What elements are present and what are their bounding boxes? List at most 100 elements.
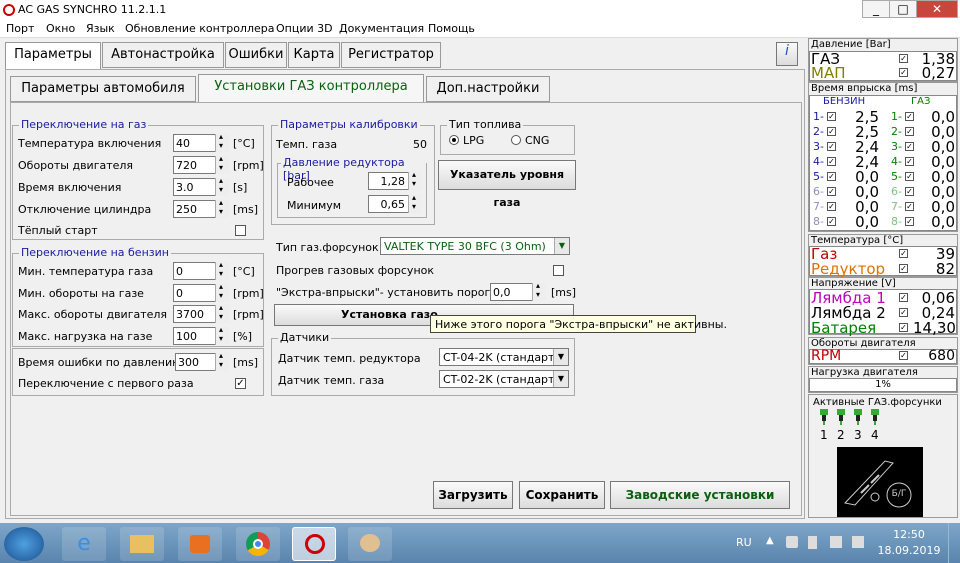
menu-help[interactable]: Помощь bbox=[428, 22, 475, 35]
spin-arrows-icon[interactable] bbox=[215, 351, 229, 371]
petrol-cyl-label: 2- bbox=[813, 125, 824, 138]
reducer-sensor-select[interactable]: CT-04-2K (стандарт ▼ bbox=[439, 348, 569, 366]
info-icon[interactable]: i bbox=[776, 42, 798, 66]
tab-autotune[interactable]: Автонастройка bbox=[102, 42, 224, 68]
injector-type-select[interactable]: VALTEK TYPE 30 BFC (3 Ohm) ▼ bbox=[380, 237, 570, 255]
max-rpm-input[interactable]: 3700 bbox=[173, 303, 229, 323]
language-indicator[interactable]: RU bbox=[736, 536, 752, 549]
switch-time-input[interactable]: 3.0 bbox=[173, 176, 229, 196]
spin-arrows-icon[interactable] bbox=[408, 170, 422, 190]
tab-map[interactable]: Карта bbox=[288, 42, 340, 68]
voltage-title: Напряжение [V] bbox=[811, 278, 896, 289]
menu-language[interactable]: Язык bbox=[86, 22, 115, 35]
spin-arrows-icon[interactable] bbox=[215, 325, 229, 345]
cylinder-off-input[interactable]: 250 bbox=[173, 198, 229, 218]
ie-icon[interactable]: e bbox=[62, 527, 106, 561]
work-pressure-input[interactable]: 1,28 bbox=[368, 170, 422, 190]
network-icon[interactable] bbox=[786, 536, 798, 548]
pressure-error-input[interactable]: 300 bbox=[175, 351, 229, 371]
chevron-down-icon[interactable]: ▼ bbox=[554, 238, 569, 254]
media-player-icon[interactable] bbox=[178, 527, 222, 561]
reducer-temp-checkbox[interactable]: ✓ bbox=[899, 264, 908, 273]
switch-gas-title: Переключение на газ bbox=[19, 118, 149, 131]
tab-recorder[interactable]: Регистратор bbox=[341, 42, 441, 68]
start-temp-input[interactable]: 40 bbox=[173, 132, 229, 152]
min-gas-temp-input[interactable]: 0 bbox=[173, 260, 229, 280]
start-temp-label: Температура включения bbox=[18, 137, 162, 150]
spin-arrows-icon[interactable] bbox=[408, 193, 422, 213]
spin-arrows-icon[interactable] bbox=[215, 176, 229, 196]
tab-errors[interactable]: Ошибки bbox=[225, 42, 287, 68]
subtab-gas-controller[interactable]: Установки ГАЗ контроллера bbox=[198, 74, 424, 104]
min-gas-temp-label: Мин. температура газа bbox=[18, 265, 154, 278]
menu-update[interactable]: Обновление контроллера bbox=[125, 22, 275, 35]
chevron-down-icon[interactable]: ▼ bbox=[553, 349, 568, 365]
preheat-checkbox[interactable] bbox=[553, 265, 564, 276]
menu-docs[interactable]: Документация bbox=[339, 22, 424, 35]
menu-port[interactable]: Порт bbox=[6, 22, 34, 35]
min-rpm-input[interactable]: 0 bbox=[173, 282, 229, 302]
cng-radio[interactable] bbox=[511, 135, 521, 145]
clock-date[interactable]: 18.09.2019 bbox=[876, 544, 942, 557]
tab-parameters[interactable]: Параметры bbox=[5, 42, 101, 70]
min-pressure-input[interactable]: 0,65 bbox=[368, 193, 422, 213]
pressure-title: Давление [Bar] bbox=[811, 39, 891, 50]
warm-start-checkbox[interactable] bbox=[235, 225, 246, 236]
spin-arrows-icon[interactable] bbox=[215, 198, 229, 218]
flag-icon[interactable] bbox=[852, 536, 864, 548]
window-title: AC GAS SYNCHRO 11.2.1.1 bbox=[18, 3, 167, 16]
chrome-icon[interactable] bbox=[236, 527, 280, 561]
subtab-extra[interactable]: Доп.настройки bbox=[426, 76, 550, 102]
ac-gas-app-icon[interactable] bbox=[292, 527, 336, 561]
engine-rpm-input[interactable]: 720 bbox=[173, 154, 229, 174]
first-switch-checkbox[interactable]: ✓ bbox=[235, 378, 246, 389]
load-button[interactable]: Загрузить bbox=[433, 481, 513, 509]
rpm-checkbox[interactable]: ✓ bbox=[899, 351, 908, 360]
spin-arrows-icon[interactable] bbox=[215, 303, 229, 323]
spin-arrows-icon[interactable] bbox=[215, 132, 229, 152]
minimize-button[interactable]: _ bbox=[862, 0, 890, 18]
temperature-panel: Температура [°C] Газ ✓ 39 Редуктор ✓ 82 bbox=[808, 234, 958, 278]
explorer-icon[interactable] bbox=[120, 527, 164, 561]
lpg-label: LPG bbox=[463, 134, 485, 147]
factory-settings-button[interactable]: Заводские установки bbox=[610, 481, 790, 509]
menu-bar: Порт Окно Язык Обновление контроллера Оп… bbox=[0, 20, 960, 38]
max-load-label: Макс. нагрузка на газе bbox=[18, 330, 153, 343]
gas-injection-value: 0,0 bbox=[931, 213, 955, 231]
spin-arrows-icon[interactable] bbox=[215, 282, 229, 302]
paint-icon[interactable] bbox=[348, 527, 392, 561]
start-button[interactable] bbox=[4, 527, 44, 561]
menu-3d[interactable]: Опции 3D bbox=[276, 22, 333, 35]
gas-injector-icon bbox=[819, 409, 829, 425]
mode-switch-display[interactable]: Б/Г bbox=[837, 447, 923, 517]
lambda2-checkbox[interactable]: ✓ bbox=[899, 308, 908, 317]
gas-pressure-checkbox[interactable]: ✓ bbox=[899, 54, 908, 63]
close-button[interactable]: ✕ bbox=[916, 0, 958, 18]
gas-temp-checkbox[interactable]: ✓ bbox=[899, 249, 908, 258]
max-load-input[interactable]: 100 bbox=[173, 325, 229, 345]
spin-arrows-icon[interactable] bbox=[532, 281, 546, 301]
map-checkbox[interactable]: ✓ bbox=[899, 68, 908, 77]
maximize-button[interactable]: □ bbox=[889, 0, 917, 18]
lpg-radio[interactable] bbox=[449, 135, 459, 145]
extra-injection-input[interactable]: 0,0 bbox=[490, 281, 546, 301]
tray-up-icon[interactable]: ▲ bbox=[766, 535, 774, 546]
battery-icon[interactable] bbox=[808, 536, 817, 549]
volume-icon[interactable] bbox=[830, 536, 842, 548]
battery-checkbox[interactable]: ✓ bbox=[899, 323, 908, 332]
subtab-vehicle[interactable]: Параметры автомобиля bbox=[10, 76, 196, 102]
show-desktop-button[interactable] bbox=[948, 523, 960, 563]
clock-time[interactable]: 12:50 bbox=[884, 528, 934, 541]
level-indicator-button[interactable]: Указатель уровня газа bbox=[438, 160, 576, 209]
lambda1-checkbox[interactable]: ✓ bbox=[899, 293, 908, 302]
spin-arrows-icon[interactable] bbox=[215, 260, 229, 280]
gas-sensor-select[interactable]: CT-02-2K (стандарт ▼ bbox=[439, 370, 569, 388]
menu-window[interactable]: Окно bbox=[46, 22, 75, 35]
gas-temp-value: 50 bbox=[413, 138, 427, 151]
petrol-header: БЕНЗИН bbox=[823, 96, 866, 107]
rpm-label: RPM bbox=[811, 348, 842, 364]
spin-arrows-icon[interactable] bbox=[215, 154, 229, 174]
load-title: Нагрузка двигателя bbox=[811, 367, 918, 378]
save-button[interactable]: Сохранить bbox=[519, 481, 605, 509]
chevron-down-icon[interactable]: ▼ bbox=[553, 371, 568, 387]
